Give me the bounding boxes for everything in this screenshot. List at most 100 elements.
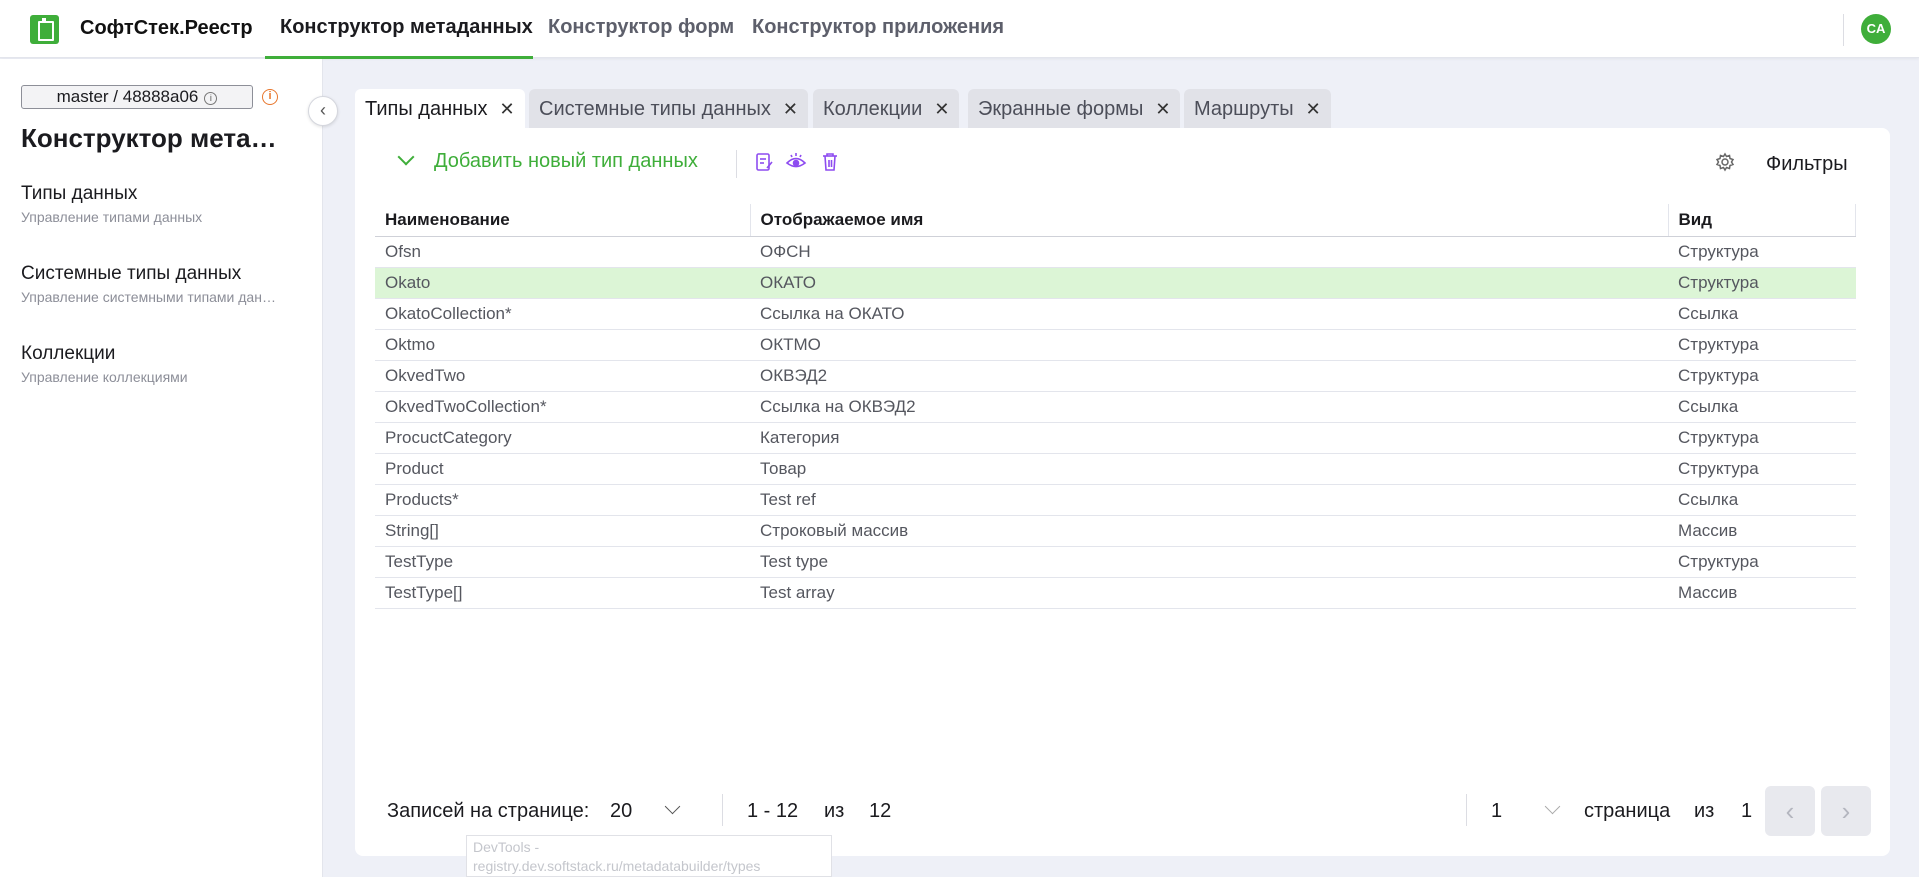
cell-name: Product (375, 453, 750, 485)
table-row[interactable]: Products* Test ref Ссылка (375, 484, 1856, 516)
table-row[interactable]: TestType[] Test array Массив (375, 577, 1856, 609)
close-icon[interactable]: ✕ (934, 99, 949, 119)
prev-page-button[interactable]: ‹ (1765, 786, 1815, 836)
cell-display-name: ОКВЭД2 (750, 360, 1668, 392)
nav-tab-form-builder[interactable]: Конструктор форм (548, 16, 734, 39)
tab-data-types[interactable]: Типы данных ✕ (355, 89, 525, 128)
chevron-right-icon: › (1841, 796, 1851, 826)
nav-tab-app-builder[interactable]: Конструктор приложения (752, 16, 1004, 39)
table-row[interactable]: ProcuctCategory Категория Структура (375, 422, 1856, 454)
chevron-down-icon[interactable] (1544, 798, 1561, 815)
toolbar-divider (736, 150, 737, 178)
per-page-select[interactable]: 20 (610, 800, 632, 823)
close-icon[interactable]: ✕ (500, 99, 515, 119)
data-types-table: Наименование Отображаемое имя Вид Ofsn ОФ… (375, 204, 1856, 609)
per-page-label: Записей на странице: (387, 800, 590, 822)
cell-name: Ofsn (375, 236, 750, 268)
cell-kind: Структура (1668, 360, 1856, 392)
cell-name: ProcuctCategory (375, 422, 750, 454)
chevron-down-icon[interactable] (664, 798, 681, 815)
tab-label: Типы данных (365, 98, 488, 120)
cell-display-name: Строковый массив (750, 515, 1668, 547)
cell-display-name: Ссылка на ОКВЭД2 (750, 391, 1668, 423)
tab-label: Экранные формы (978, 98, 1144, 120)
cell-kind: Структура (1668, 422, 1856, 454)
add-button-label: Добавить новый тип данных (434, 150, 698, 172)
cell-name: Okato (375, 267, 750, 299)
add-data-type-button[interactable]: Добавить новый тип данных (397, 148, 698, 173)
sidebar-item-data-types[interactable]: Типы данных Управление типами данных (21, 183, 283, 225)
cell-name: OkvedTwo (375, 360, 750, 392)
cell-kind: Структура (1668, 329, 1856, 361)
settings-icon[interactable] (1715, 152, 1735, 178)
table-header-row: Наименование Отображаемое имя Вид (375, 204, 1856, 237)
table-row[interactable]: OkvedTwo ОКВЭД2 Структура (375, 360, 1856, 392)
nav-tab-metadata-builder[interactable]: Конструктор метаданных (280, 16, 533, 39)
sidebar-item-label: Коллекции (21, 343, 116, 364)
tab-routes[interactable]: Маршруты ✕ (1184, 89, 1331, 128)
cell-display-name: ОКТМО (750, 329, 1668, 361)
branch-label: master / 48888a06 (56, 87, 199, 106)
close-icon[interactable]: ✕ (1155, 99, 1170, 119)
total-records: 12 (869, 800, 892, 822)
page-label: страница (1584, 800, 1671, 822)
cell-name: Products* (375, 484, 750, 516)
table-row[interactable]: Product Товар Структура (375, 453, 1856, 485)
table-row[interactable]: Oktmo ОКТМО Структура (375, 329, 1856, 361)
sidebar-item-system-types[interactable]: Системные типы данных Управление системн… (21, 263, 283, 305)
tab-screen-forms[interactable]: Экранные формы ✕ (968, 89, 1181, 128)
chevron-down-icon (397, 148, 415, 166)
next-page-button[interactable]: › (1821, 786, 1871, 836)
pagination-divider (1466, 794, 1467, 826)
header-divider (1843, 14, 1844, 46)
cell-kind: Структура (1668, 453, 1856, 485)
delete-icon[interactable] (819, 152, 841, 174)
cell-display-name: ОКАТО (750, 267, 1668, 299)
sidebar: master / 48888a06 i i Конструктор метадан… (0, 59, 323, 877)
close-icon[interactable]: ✕ (783, 99, 798, 119)
info-icon[interactable]: i (204, 92, 218, 105)
cell-kind: Структура (1668, 546, 1856, 578)
devtools-tooltip: DevTools - registry.dev.softstack.ru/met… (466, 835, 832, 877)
pagination-divider (722, 794, 723, 826)
table-row[interactable]: Okato ОКАТО Структура (375, 267, 1856, 299)
table-row[interactable]: OkvedTwoCollection* Ссылка на ОКВЭД2 Ссылк… (375, 391, 1856, 423)
tab-label: Маршруты (1194, 98, 1294, 120)
cell-name: Oktmo (375, 329, 750, 361)
brand-name[interactable]: СофтСтек.Реестр (80, 17, 253, 40)
table-row[interactable]: OkatoCollection* Ссылка на ОКАТО Ссылка (375, 298, 1856, 330)
logo-icon[interactable] (30, 15, 59, 44)
cell-kind: Структура (1668, 267, 1856, 299)
table-body: Ofsn ОФСН Структура Okato ОКАТО Структура Okat… (375, 236, 1856, 609)
cell-kind: Массив (1668, 577, 1856, 609)
tab-system-types[interactable]: Системные типы данных ✕ (529, 89, 808, 128)
table-row[interactable]: TestType Test type Структура (375, 546, 1856, 578)
filters-button[interactable]: Фильтры (1766, 153, 1848, 176)
collapse-sidebar-button[interactable]: ‹ (308, 96, 338, 126)
edit-icon[interactable] (753, 152, 775, 174)
warning-icon[interactable]: i (262, 89, 278, 105)
table-row[interactable]: String[] Строковый массив Массив (375, 515, 1856, 547)
column-header-name[interactable]: Наименование (375, 204, 750, 237)
sidebar-item-collections[interactable]: Коллекции Управление коллекциями (21, 343, 283, 385)
cell-kind: Ссылка (1668, 484, 1856, 516)
tab-label: Системные типы данных (539, 98, 771, 120)
page-select[interactable]: 1 (1491, 800, 1502, 823)
column-header-display-name[interactable]: Отображаемое имя (749, 204, 1668, 237)
cell-display-name: Товар (750, 453, 1668, 485)
close-icon[interactable]: ✕ (1306, 99, 1321, 119)
column-header-kind[interactable]: Вид (1667, 204, 1856, 237)
cell-kind: Структура (1668, 236, 1856, 268)
branch-selector[interactable]: master / 48888a06 i (21, 85, 253, 109)
record-range: 1 - 12 (747, 800, 799, 822)
sidebar-item-subtitle: Управление коллекциями (21, 369, 188, 385)
sidebar-item-label: Системные типы данных (21, 263, 242, 284)
chevron-left-icon: ‹ (1785, 796, 1795, 826)
user-avatar[interactable]: CA (1861, 14, 1891, 44)
cell-kind: Ссылка (1668, 391, 1856, 423)
tab-collections[interactable]: Коллекции ✕ (813, 89, 960, 128)
cell-display-name: ОФСН (750, 236, 1668, 268)
cell-display-name: Test array (750, 577, 1668, 609)
table-row[interactable]: Ofsn ОФСН Структура (375, 236, 1856, 268)
view-icon[interactable] (785, 152, 807, 174)
